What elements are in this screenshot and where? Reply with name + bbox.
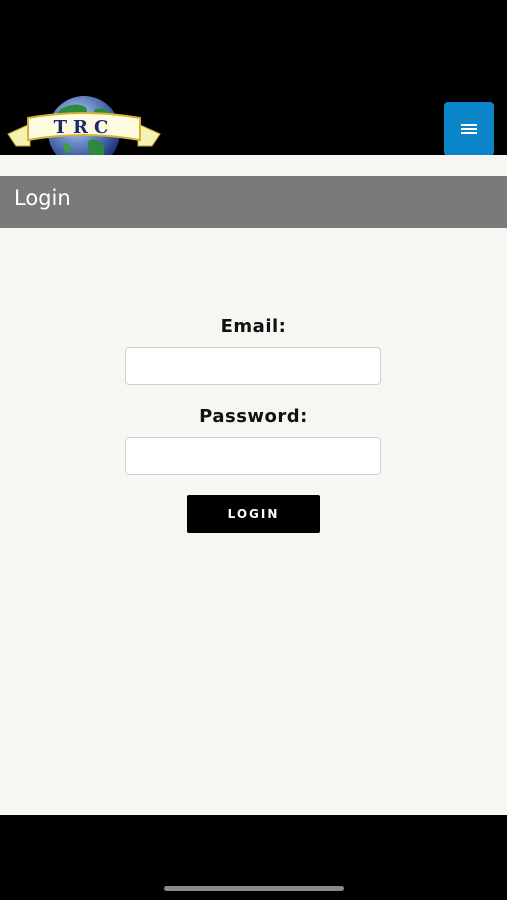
logo-text: TRC [54, 117, 115, 138]
app-screen: TRC Login Email: Password: LOGIN [0, 0, 507, 900]
page-title: Login [14, 186, 71, 210]
email-input[interactable] [125, 347, 381, 385]
password-label: Password: [199, 406, 308, 427]
email-label: Email: [220, 316, 287, 337]
menu-button[interactable] [444, 102, 494, 156]
bottom-bar [0, 815, 507, 900]
title-bar: Login [0, 176, 507, 228]
password-input[interactable] [125, 437, 381, 475]
header: TRC [0, 0, 507, 168]
login-button[interactable]: LOGIN [187, 495, 320, 533]
login-content: Login Email: Password: LOGIN [0, 155, 507, 815]
home-indicator[interactable] [164, 886, 344, 891]
hamburger-icon [461, 123, 477, 135]
